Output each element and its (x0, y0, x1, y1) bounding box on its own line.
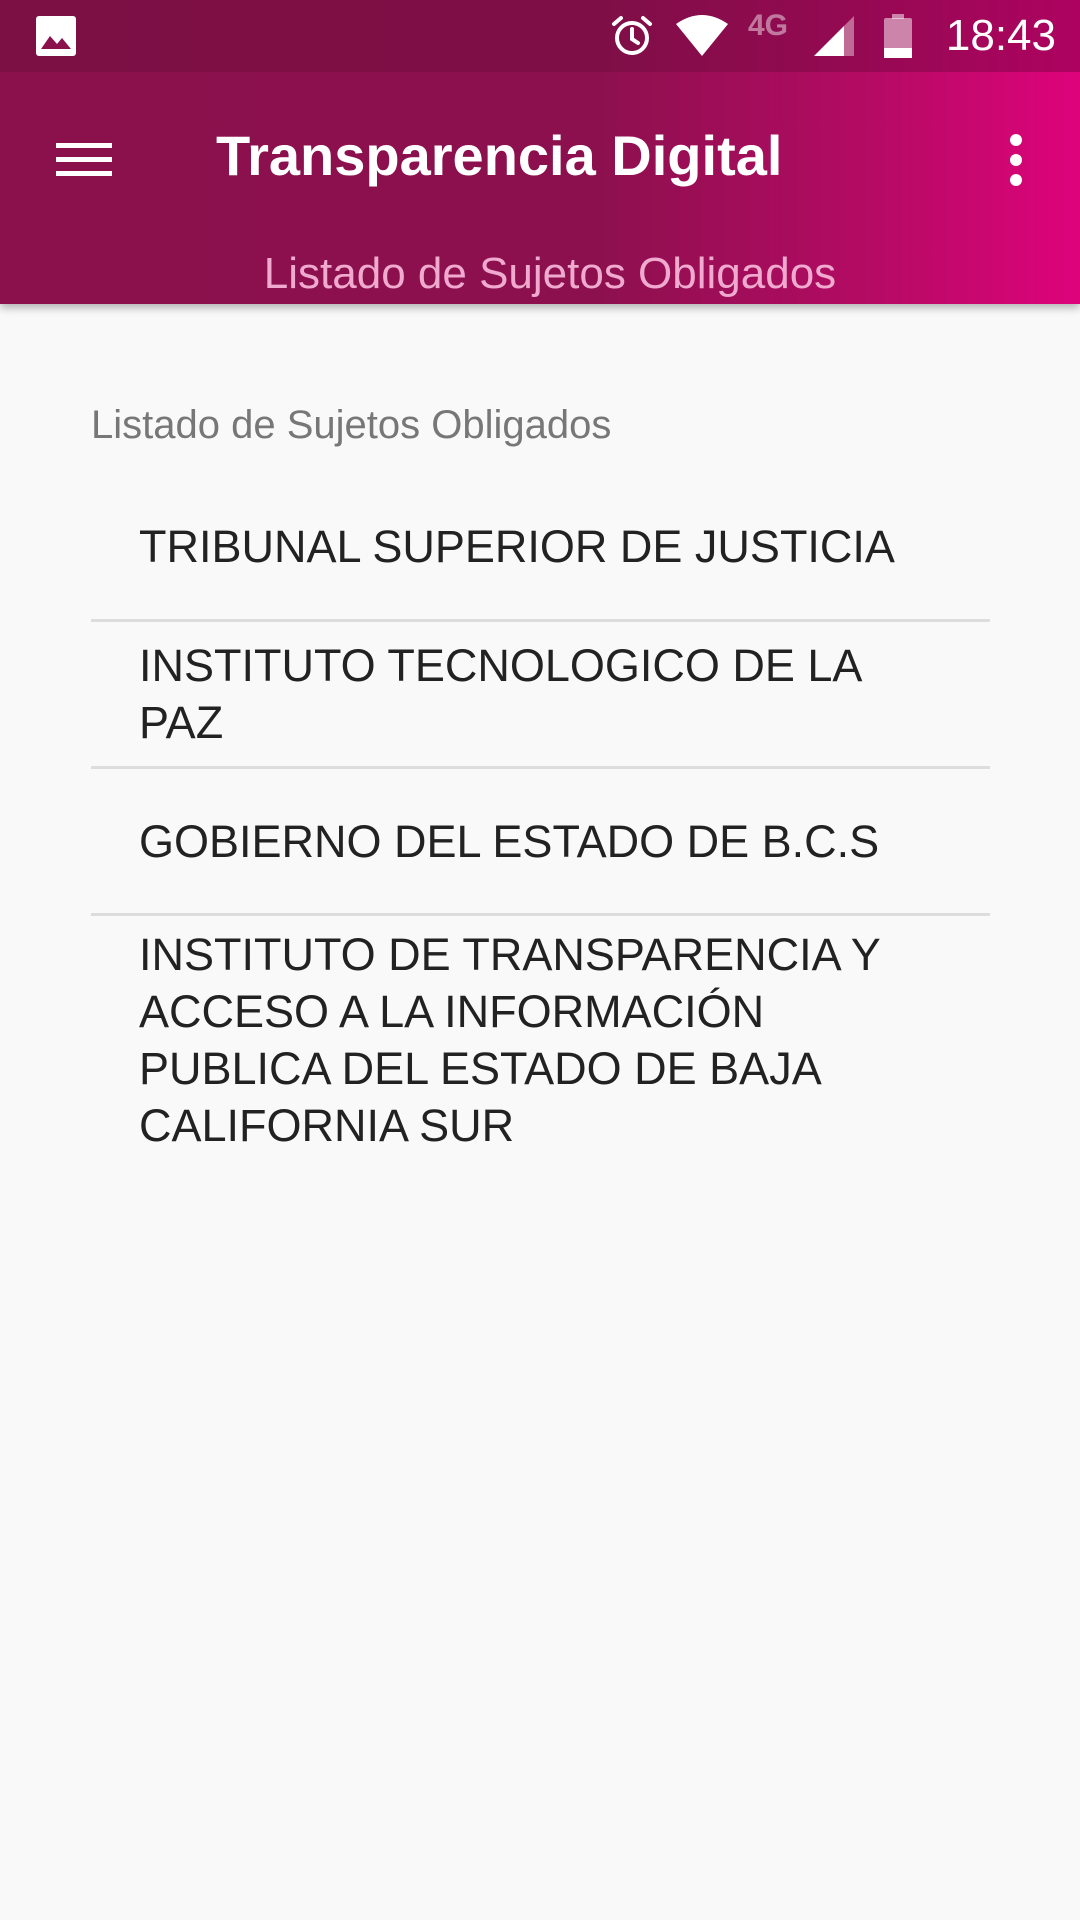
main-content: Listado de Sujetos Obligados TRIBUNAL SU… (0, 304, 1080, 1920)
list-item-label: INSTITUTO DE TRANSPARENCIA Y ACCESO A LA… (139, 929, 881, 1151)
clock: 18:43 (945, 11, 1056, 60)
image-icon (36, 16, 76, 56)
list-item-label: TRIBUNAL SUPERIOR DE JUSTICIA (139, 521, 895, 572)
menu-button[interactable] (40, 116, 128, 204)
list-item-gobierno-bcs[interactable]: GOBIERNO DEL ESTADO DE B.C.S (91, 769, 990, 916)
list-item-label: GOBIERNO DEL ESTADO DE B.C.S (139, 815, 880, 867)
list-item-instituto-tecnologico[interactable]: INSTITUTO TECNOLOGICO DE LA PAZ (91, 622, 990, 769)
app-subtitle: Listado de Sujetos Obligados (263, 249, 837, 298)
battery-icon (884, 14, 912, 58)
app-header: 4G 18:43 Transparencia Digital Listado d… (0, 0, 1080, 304)
list-section-header: Listado de Sujetos Obligados (91, 403, 612, 447)
list-item-instituto-transparencia[interactable]: INSTITUTO DE TRANSPARENCIA Y ACCESO A LA… (91, 916, 990, 1156)
obligated-subjects-list: TRIBUNAL SUPERIOR DE JUSTICIA INSTITUTO … (91, 474, 990, 1156)
list-item-tribunal[interactable]: TRIBUNAL SUPERIOR DE JUSTICIA (91, 474, 990, 622)
list-item-label: INSTITUTO TECNOLOGICO DE LA PAZ (139, 640, 860, 748)
network-type-label: 4G (748, 9, 789, 42)
toolbar: Transparencia Digital (0, 72, 1080, 244)
alarm-icon (612, 16, 652, 55)
status-bar: 4G 18:43 (0, 0, 1080, 72)
more-vert-icon (1010, 134, 1022, 186)
overflow-menu-button[interactable] (976, 116, 1056, 204)
app-title: Transparencia Digital (216, 124, 783, 187)
signal-icon (814, 16, 854, 56)
hamburger-menu-icon (56, 143, 112, 176)
wifi-icon (676, 15, 728, 56)
